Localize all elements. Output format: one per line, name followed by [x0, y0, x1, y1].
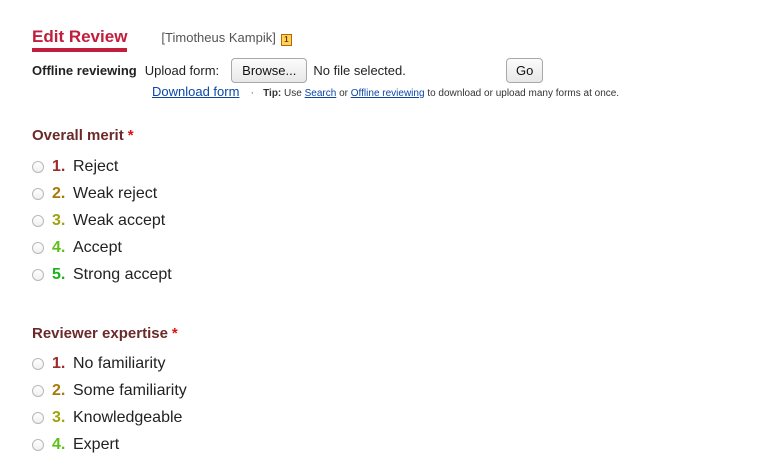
radio-button[interactable]: [32, 439, 44, 451]
radio-button[interactable]: [32, 412, 44, 424]
option-label: Weak accept: [73, 212, 166, 229]
required-marker: *: [171, 325, 178, 342]
reviewer-expertise-option-2[interactable]: 2. Some familiarity: [32, 381, 187, 401]
reviewer-badge: 1: [280, 34, 292, 46]
radio-button[interactable]: [32, 215, 44, 227]
tip-text: Tip: Use Search or Offline reviewing to …: [263, 88, 619, 99]
radio-button[interactable]: [32, 385, 44, 397]
option-label: Strong accept: [73, 266, 172, 283]
option-number: 2.: [52, 185, 66, 202]
overall-merit-option-2[interactable]: 2. Weak reject: [32, 184, 157, 204]
option-number: 4.: [52, 436, 66, 453]
separator-dot: ·: [250, 87, 255, 99]
option-label: Knowledgeable: [73, 409, 183, 426]
offline-reviewing-label: Offline reviewing: [32, 63, 137, 78]
overall-merit-option-4[interactable]: 4. Accept: [32, 238, 122, 258]
browse-button[interactable]: Browse...: [231, 58, 308, 83]
reviewer-expertise-label: Reviewer expertise: [32, 325, 168, 342]
reviewer-expertise-heading: Reviewer expertise *: [32, 325, 178, 342]
offline-reviewing-row: Offline reviewing Upload form: Browse...…: [32, 58, 544, 83]
radio-button[interactable]: [32, 269, 44, 281]
option-number: 4.: [52, 239, 66, 256]
radio-button[interactable]: [32, 242, 44, 254]
go-button[interactable]: Go: [506, 58, 544, 83]
page-title[interactable]: Edit Review: [32, 27, 128, 52]
review-header: Edit Review [Timotheus Kampik] 1: [32, 27, 292, 52]
reviewer-expertise-option-4[interactable]: 4. Expert: [32, 435, 119, 455]
option-number: 3.: [52, 409, 66, 426]
radio-button[interactable]: [32, 188, 44, 200]
option-number: 2.: [52, 382, 66, 399]
search-link[interactable]: Search: [305, 88, 337, 99]
download-row: Download form · Tip: Use Search or Offli…: [152, 84, 619, 99]
edit-review-page: Edit Review [Timotheus Kampik] 1 Offline…: [0, 0, 759, 473]
option-label: Reject: [73, 158, 119, 175]
required-marker: *: [127, 127, 134, 144]
option-number: 1.: [52, 355, 66, 372]
option-label: Weak reject: [73, 185, 158, 202]
radio-button[interactable]: [32, 358, 44, 370]
overall-merit-heading: Overall merit *: [32, 127, 134, 144]
option-label: Accept: [73, 239, 122, 256]
reviewer-expertise-option-1[interactable]: 1. No familiarity: [32, 354, 165, 374]
file-status: No file selected.: [313, 63, 406, 78]
radio-button[interactable]: [32, 161, 44, 173]
option-number: 1.: [52, 158, 66, 175]
option-label: Some familiarity: [73, 382, 187, 399]
option-label: Expert: [73, 436, 120, 453]
option-number: 5.: [52, 266, 66, 283]
overall-merit-option-3[interactable]: 3. Weak accept: [32, 211, 165, 231]
option-label: No familiarity: [73, 355, 166, 372]
author-name: [Timotheus Kampik]: [161, 30, 276, 45]
overall-merit-label: Overall merit: [32, 127, 124, 144]
overall-merit-option-1[interactable]: 1. Reject: [32, 157, 118, 177]
overall-merit-option-5[interactable]: 5. Strong accept: [32, 265, 172, 285]
tip-label: Tip:: [263, 88, 282, 99]
option-number: 3.: [52, 212, 66, 229]
offline-reviewing-link[interactable]: Offline reviewing: [351, 88, 425, 99]
download-form-link[interactable]: Download form: [152, 84, 239, 99]
tip-pre: Use: [284, 88, 302, 99]
tip-post: to download or upload many forms at once…: [427, 88, 620, 99]
reviewer-expertise-option-3[interactable]: 3. Knowledgeable: [32, 408, 182, 428]
tip-or: or: [339, 88, 348, 99]
upload-form-label: Upload form:: [144, 63, 220, 78]
